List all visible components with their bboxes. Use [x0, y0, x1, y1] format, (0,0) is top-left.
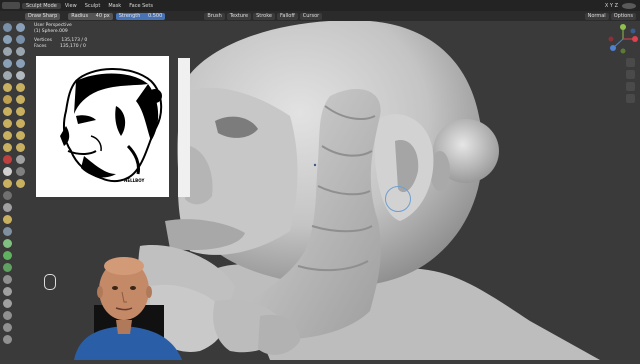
layer-tool-icon[interactable]	[3, 47, 12, 56]
smooth-tool-icon[interactable]	[3, 71, 12, 80]
brush-name[interactable]: Draw Sharp	[25, 12, 61, 20]
options-dropdown[interactable]: Options	[610, 12, 636, 20]
dropdown-stroke[interactable]: Stroke	[253, 12, 275, 20]
draw-sharp-tool-icon[interactable]	[16, 23, 25, 32]
overlay-icon[interactable]	[622, 2, 636, 9]
slide-relax-tool-icon[interactable]	[16, 143, 25, 152]
blob-tool-icon[interactable]	[3, 59, 12, 68]
cloth-tool-icon[interactable]	[16, 155, 25, 164]
box-hide-tool-icon[interactable]	[3, 203, 12, 212]
dropdown-brush[interactable]: Brush	[204, 12, 225, 20]
cloth-filter-tool-icon[interactable]	[3, 263, 12, 272]
elastic-deform-tool-icon[interactable]	[16, 107, 25, 116]
multires-displacement-tool-icon[interactable]	[16, 179, 25, 188]
top-header: Sculpt Mode View Sculpt Mask Face Sets X…	[0, 0, 640, 11]
perspective-grid-icon[interactable]	[626, 94, 635, 103]
navigation-gizmo[interactable]	[608, 24, 638, 54]
fill-tool-icon[interactable]	[3, 83, 12, 92]
draw-tool-icon[interactable]	[3, 23, 12, 32]
scrape-tool-icon[interactable]	[16, 83, 25, 92]
editor-type-icon[interactable]	[2, 2, 20, 9]
menu-sculpt[interactable]: Sculpt	[81, 3, 105, 9]
color-filter-tool-icon[interactable]	[3, 275, 12, 284]
viewport-overlay-text: User Perspective (1) Sphere.009 Vertices…	[34, 23, 87, 49]
rotate-transform-tool-icon[interactable]	[3, 323, 12, 332]
reference-signature: HELLBOY	[124, 178, 145, 183]
brush-cursor	[385, 186, 411, 212]
pan-hand-icon[interactable]	[626, 70, 635, 79]
boundary-tool-icon[interactable]	[3, 155, 12, 164]
mode-selector[interactable]: Sculpt Mode	[22, 2, 61, 9]
rotate-tool-icon[interactable]	[3, 143, 12, 152]
box-mask-tool-icon[interactable]	[3, 191, 12, 200]
orientation-dropdown[interactable]: Normal	[584, 12, 609, 20]
mask-by-color-tool-icon[interactable]	[3, 299, 12, 308]
pinch-tool-icon[interactable]	[16, 95, 25, 104]
tool-header: Draw Sharp Radius 40 px Strength 0.500 B…	[0, 11, 640, 21]
pose-tool-icon[interactable]	[3, 131, 12, 140]
multiplane-scrape-tool-icon[interactable]	[3, 95, 12, 104]
grab-tool-icon[interactable]	[3, 107, 12, 116]
strength-label: Strength	[118, 12, 141, 19]
crease-tool-icon[interactable]	[16, 59, 25, 68]
reference-drawing	[60, 68, 163, 183]
box-trim-tool-icon[interactable]	[3, 227, 12, 236]
axis-gizmo-icon	[608, 24, 638, 54]
reference-image[interactable]: HELLBOY	[36, 56, 169, 197]
radius-label: Radius	[71, 12, 89, 19]
inflate-tool-icon[interactable]	[16, 47, 25, 56]
draw-face-sets-tool-icon[interactable]	[3, 179, 12, 188]
menu-view[interactable]: View	[61, 3, 81, 9]
clay-strips-tool-icon[interactable]	[16, 35, 25, 44]
mouse-indicator-icon	[44, 274, 56, 290]
menu-mask[interactable]: Mask	[104, 3, 125, 9]
faces-stat: Faces 135,170 / 0	[34, 44, 87, 50]
strength-value: 0.500	[147, 12, 163, 19]
dropdown-falloff[interactable]: Falloff	[277, 12, 298, 20]
presenter-image	[74, 257, 182, 360]
snake-hook-tool-icon[interactable]	[3, 119, 12, 128]
clay-tool-icon[interactable]	[3, 35, 12, 44]
mesh-filter-tool-icon[interactable]	[3, 251, 12, 260]
nudge-tool-icon[interactable]	[16, 131, 25, 140]
mask-tool-icon[interactable]	[16, 167, 25, 176]
vertices-value: 135,173 / 0	[61, 38, 88, 43]
symmetry-axes[interactable]: X Y Z	[601, 3, 622, 9]
line-project-tool-icon[interactable]	[3, 239, 12, 248]
simplify-tool-icon[interactable]	[3, 167, 12, 176]
webcam-presenter	[64, 250, 194, 360]
flatten-tool-icon[interactable]	[16, 71, 25, 80]
scale-tool-icon[interactable]	[3, 335, 12, 344]
thumb-tool-icon[interactable]	[16, 119, 25, 128]
radius-field[interactable]: Radius 40 px	[68, 12, 113, 20]
strength-field[interactable]: Strength 0.500	[115, 12, 166, 20]
edit-face-set-tool-icon[interactable]	[3, 287, 12, 296]
faces-value: 135,170 / 0	[59, 43, 86, 49]
radius-value: 40 px	[95, 12, 110, 19]
move-tool-icon[interactable]	[3, 311, 12, 320]
vertices-label: Vertices	[34, 38, 52, 43]
dropdown-cursor[interactable]: Cursor	[299, 12, 323, 20]
zoom-icon[interactable]	[626, 58, 635, 67]
camera-view-icon[interactable]	[626, 82, 635, 91]
faces-label: Faces	[34, 43, 47, 49]
reference-image-2[interactable]	[178, 58, 190, 197]
dropdown-texture[interactable]: Texture	[226, 12, 252, 20]
box-face-set-tool-icon[interactable]	[3, 215, 12, 224]
menu-face-sets[interactable]: Face Sets	[125, 3, 157, 9]
